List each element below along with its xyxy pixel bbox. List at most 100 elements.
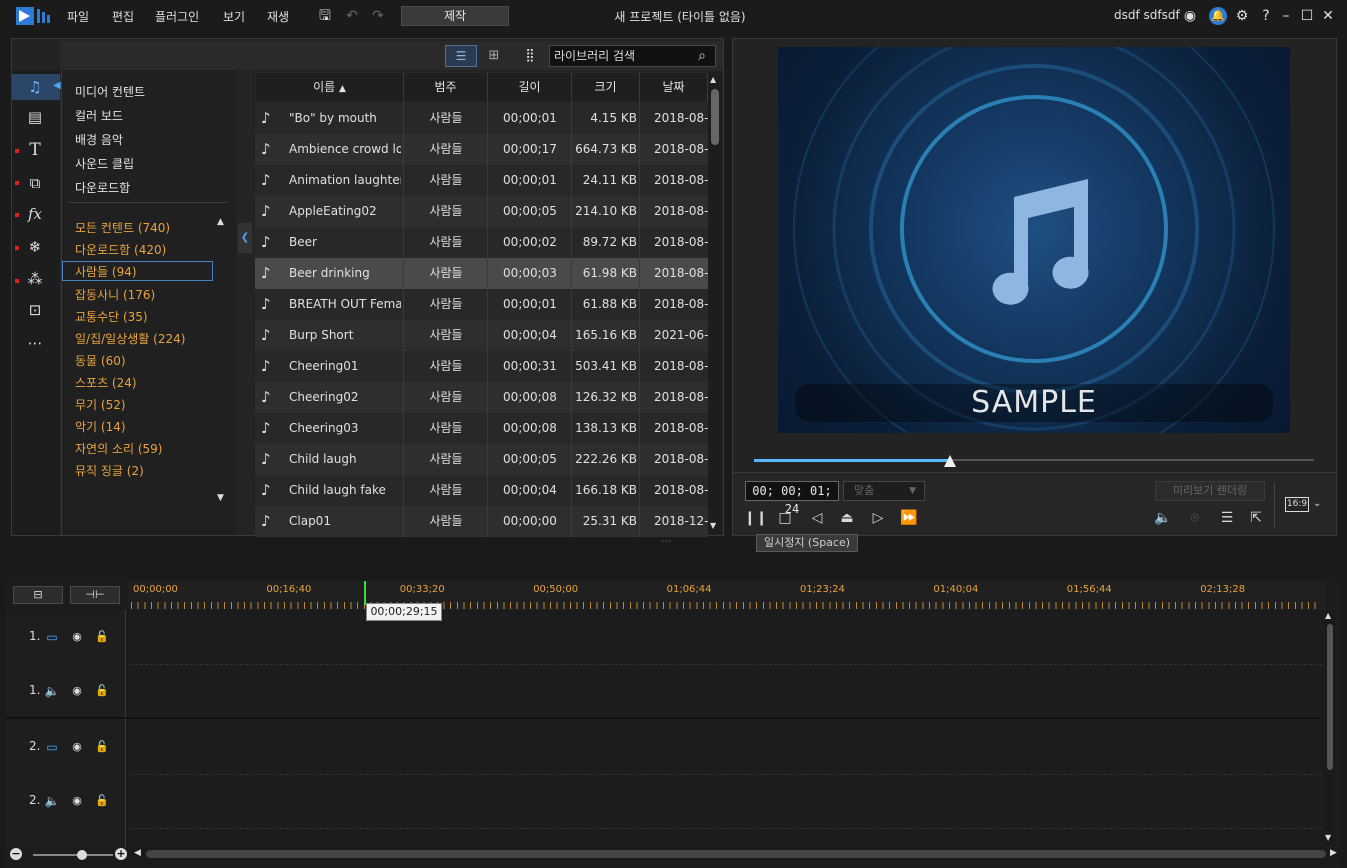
transition-room-icon[interactable]: ⧉ — [24, 172, 46, 194]
category-downloads[interactable]: 다운로드함 — [75, 179, 130, 196]
aspect-ratio-toggle[interactable]: 16:9 — [1285, 497, 1309, 512]
preview-render-button[interactable]: 미리보기 렌더링 — [1155, 481, 1265, 501]
preview-scrubber-thumb[interactable] — [944, 455, 956, 467]
notification-bell-icon[interactable]: 🔔 — [1209, 7, 1227, 25]
tag-all-content[interactable]: 모든 컨텐트 (740) — [75, 219, 170, 236]
snapshot-camera-icon[interactable]: ⌾ — [1184, 507, 1206, 529]
file-row[interactable]: ♪ Cheering02 사람들 00;00;08 126.32 KB 2018-08- — [255, 382, 708, 413]
stop-icon[interactable]: □ — [774, 507, 796, 529]
file-row[interactable]: ♪ Burp Short 사람들 00;00;04 165.16 KB 2021-06- — [255, 320, 708, 351]
category-color-board[interactable]: 컬러 보드 — [75, 107, 123, 124]
menu-view[interactable]: 보기 — [223, 8, 245, 25]
file-list-scroll-thumb[interactable] — [711, 89, 719, 145]
category-scroll-down-icon[interactable]: ▼ — [217, 493, 224, 503]
file-row[interactable]: ♪ Ambience crowd lo... 사람들 00;00;17 664.73 K… — [255, 134, 708, 165]
tag-nature-sounds[interactable]: 자연의 소리 (59) — [75, 440, 162, 457]
lock-icon[interactable]: 🔓 — [95, 740, 109, 754]
zoom-out-icon[interactable]: − — [10, 848, 22, 860]
menu-plugins[interactable]: 플러그인 — [155, 8, 199, 25]
menu-file[interactable]: 파일 — [67, 8, 89, 25]
tl-scroll-right-icon[interactable]: ▶ — [1330, 848, 1337, 858]
redo-icon[interactable]: ↷ — [369, 7, 387, 25]
file-row[interactable]: ♪ Animation laughter 사람들 00;00;01 24.11 KB 20… — [255, 165, 708, 196]
column-header-category[interactable]: 범주 — [404, 73, 488, 102]
file-row[interactable]: ♪ Child laugh fake 사람들 00;00;04 166.18 KB 201… — [255, 475, 708, 506]
video-track-lane[interactable] — [130, 721, 1322, 775]
playhead[interactable] — [364, 581, 366, 605]
file-row[interactable]: ♪ Cheering03 사람들 00;00;08 138.13 KB 2018-08- — [255, 413, 708, 444]
media-room-icon[interactable]: ♫ — [24, 76, 46, 98]
fit-timeline-button[interactable]: ⊣⊢ — [70, 586, 120, 604]
tl-scroll-up-icon[interactable]: ▲ — [1325, 611, 1331, 620]
settings-gear-icon[interactable]: ⚙ — [1233, 7, 1251, 25]
category-scroll-up-icon[interactable]: ▲ — [217, 217, 224, 227]
tag-people[interactable]: 사람들 (94) — [75, 263, 137, 280]
zoom-slider-track[interactable] — [33, 854, 113, 856]
tag-weapons[interactable]: 무기 (52) — [75, 396, 126, 413]
eye-icon[interactable]: ◉ — [70, 794, 84, 808]
zoom-in-icon[interactable]: + — [115, 848, 127, 860]
templates-room-icon[interactable]: ▤ — [24, 106, 46, 128]
eye-icon[interactable]: ◉ — [70, 630, 84, 644]
category-background-music[interactable]: 배경 음악 — [75, 131, 123, 148]
column-header-name[interactable]: 이름 ▲ — [256, 73, 404, 102]
lock-icon[interactable]: 🔓 — [95, 794, 109, 808]
next-frame-icon[interactable]: ▷ — [867, 507, 889, 529]
eye-icon[interactable]: ◉ — [70, 684, 84, 698]
column-header-length[interactable]: 길이 — [488, 73, 572, 102]
column-header-date[interactable]: 날짜 — [640, 73, 708, 102]
tl-scroll-left-icon[interactable]: ◀ — [134, 848, 141, 858]
timeline-horizontal-thumb[interactable] — [146, 850, 1326, 858]
file-row[interactable]: ♪ Child laugh 사람들 00;00;05 222.26 KB 2018-08- — [255, 444, 708, 475]
maximize-icon[interactable]: ☐ — [1298, 7, 1316, 25]
close-icon[interactable]: ✕ — [1319, 7, 1337, 25]
timeline-vertical-thumb[interactable] — [1327, 624, 1333, 770]
menu-playback[interactable]: 재생 — [267, 8, 289, 25]
panel-resize-grip-icon[interactable]: ⋯ — [661, 536, 671, 547]
category-sound-clips[interactable]: 사운드 클립 — [75, 155, 134, 172]
more-rooms-icon[interactable]: ⋯ — [24, 332, 46, 354]
title-room-icon[interactable]: T — [24, 139, 46, 161]
eye-icon[interactable]: ◉ — [70, 740, 84, 754]
collapse-panel-icon[interactable]: ❮ — [238, 223, 252, 253]
subtitle-room-icon[interactable]: ⊡ — [24, 299, 46, 321]
tag-miscellaneous[interactable]: 잡동사니 (176) — [75, 286, 155, 303]
lock-icon[interactable]: 🔓 — [95, 684, 109, 698]
file-row[interactable]: ♪ AppleEating02 사람들 00;00;05 214.10 KB 2018-0… — [255, 196, 708, 227]
audio-track-lane[interactable] — [130, 665, 1322, 719]
help-icon[interactable]: ? — [1257, 7, 1275, 25]
zoom-slider-thumb[interactable] — [77, 850, 87, 860]
undo-icon[interactable]: ↶ — [343, 7, 361, 25]
category-media-content[interactable]: 미디어 컨텐트 — [75, 83, 145, 100]
file-row[interactable]: ♪ Beer drinking 사람들 00;00;03 61.98 KB 2018-08… — [255, 258, 708, 289]
tag-instruments[interactable]: 악기 (14) — [75, 418, 126, 435]
sort-grid-icon[interactable]: ⣿ — [519, 45, 541, 67]
file-row[interactable]: ♪ BREATH OUT Fema... 사람들 00;00;01 61.88 KB 20… — [255, 289, 708, 320]
fast-forward-icon[interactable]: ⏩ — [898, 507, 920, 529]
pip-objects-room-icon[interactable]: ❄ — [24, 236, 46, 258]
thumbnail-view-icon[interactable]: ⊞ — [480, 45, 508, 67]
tag-transportation[interactable]: 교통수단 (35) — [75, 308, 148, 325]
tag-animals[interactable]: 동물 (60) — [75, 352, 126, 369]
minimize-icon[interactable]: – — [1277, 7, 1295, 25]
fx-room-icon[interactable]: fx — [24, 203, 46, 225]
scroll-up-icon[interactable]: ▲ — [710, 75, 716, 84]
particle-room-icon[interactable]: ⁂ — [24, 268, 46, 290]
timecode-display[interactable]: 00; 00; 01; 24 — [745, 481, 839, 516]
pause-icon[interactable]: ❙❙ — [744, 507, 767, 529]
lock-icon[interactable]: 🔓 — [95, 630, 109, 644]
tag-downloads[interactable]: 다운로드함 (420) — [75, 241, 166, 258]
volume-icon[interactable]: 🔈 — [1152, 507, 1174, 529]
tag-sports[interactable]: 스포츠 (24) — [75, 374, 137, 391]
details-view-icon[interactable]: ☰ — [445, 45, 477, 67]
produce-button[interactable]: 제작 — [401, 6, 509, 26]
menu-edit[interactable]: 편집 — [112, 8, 134, 25]
tl-scroll-down-icon[interactable]: ▼ — [1325, 833, 1331, 842]
timeline-mode-button[interactable]: ⊟ — [13, 586, 63, 604]
column-header-size[interactable]: 크기 — [572, 73, 640, 102]
split-clip-icon[interactable]: ⏏ — [836, 507, 858, 529]
scroll-down-icon[interactable]: ▼ — [710, 521, 716, 530]
tag-music-jingles[interactable]: 뮤직 징글 (2) — [75, 462, 144, 479]
aspect-chevron-icon[interactable]: ⌄ — [1313, 498, 1321, 509]
file-row[interactable]: ♪ Cheering01 사람들 00;00;31 503.41 KB 2018-08- — [255, 351, 708, 382]
